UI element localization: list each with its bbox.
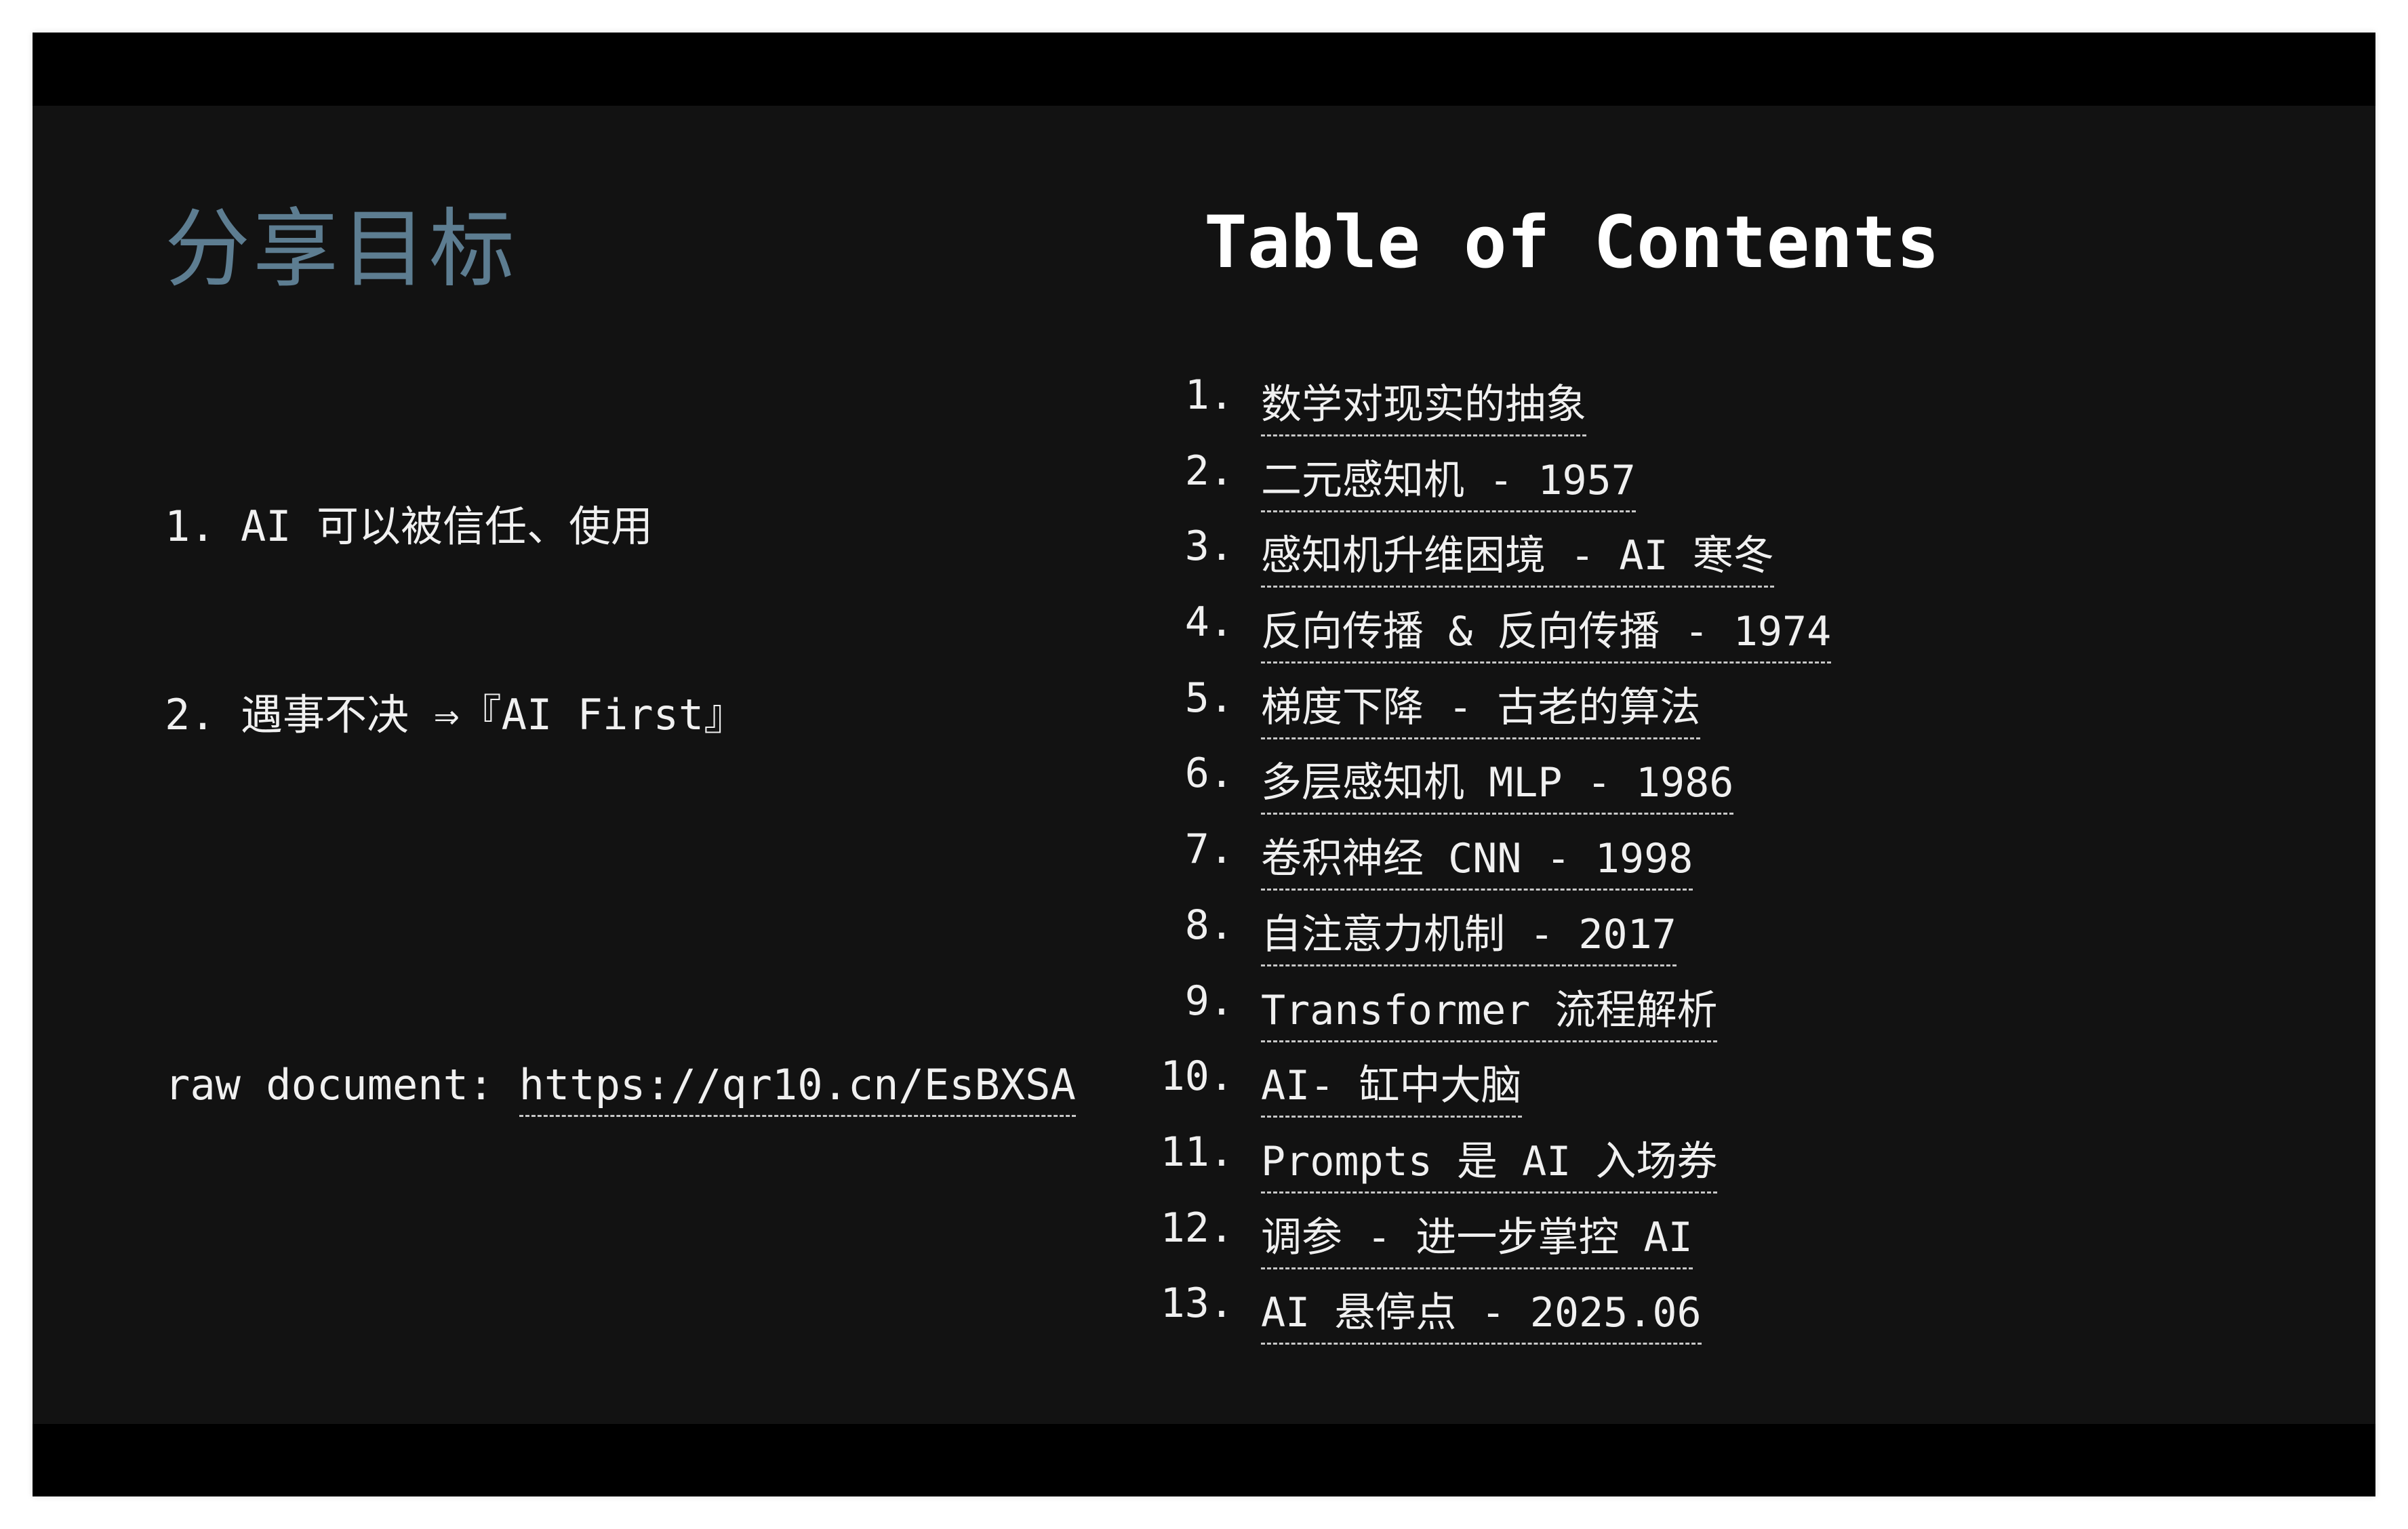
toc-item-link[interactable]: 自注意力机制 - 2017 <box>1261 901 1677 966</box>
toc-item-link[interactable]: Prompts 是 AI 入场券 <box>1261 1128 1718 1194</box>
toc-item: 13. AI 悬停点 - 2025.06 <box>1144 1280 2229 1355</box>
toc-item: 11. Prompts 是 AI 入场券 <box>1144 1128 2229 1204</box>
raw-document-link[interactable]: https://qr10.cn/EsBXSA <box>519 1060 1076 1117</box>
toc-item: 7. 卷积神经 CNN - 1998 <box>1144 825 2229 901</box>
toc-item-link[interactable]: 感知机升维困境 - AI 寒冬 <box>1261 523 1774 588</box>
toc-item-number: 1. <box>1184 371 1234 419</box>
raw-document-line: raw document: https://qr10.cn/EsBXSA <box>165 1060 1076 1117</box>
goal-item-2: 2. 遇事不决 ⇒『AI First』 <box>165 690 746 739</box>
toc-item: 1. 数学对现实的抽象 <box>1144 371 2229 447</box>
toc-item-link[interactable]: 卷积神经 CNN - 1998 <box>1261 825 1693 891</box>
toc-item: 8. 自注意力机制 - 2017 <box>1144 901 2229 977</box>
toc-item-number: 3. <box>1184 523 1234 571</box>
toc-item-number: 8. <box>1184 901 1234 949</box>
toc-title: Table of Contents <box>1204 201 1940 284</box>
toc-item-number: 2. <box>1184 447 1234 495</box>
toc-item: 5. 梯度下降 - 古老的算法 <box>1144 674 2229 750</box>
slide-heading: 分享目标 <box>165 199 517 299</box>
toc-item-link[interactable]: AI- 缸中大脑 <box>1261 1053 1522 1118</box>
toc-item-number: 6. <box>1184 750 1234 798</box>
toc-item-link[interactable]: 多层感知机 MLP - 1986 <box>1261 750 1734 815</box>
toc-item: 3. 感知机升维困境 - AI 寒冬 <box>1144 523 2229 598</box>
toc-item-number: 7. <box>1184 825 1234 874</box>
toc-item: 12. 调参 - 进一步掌控 AI <box>1144 1204 2229 1280</box>
toc-item: 4. 反向传播 & 反向传播 - 1974 <box>1144 598 2229 674</box>
toc-item-number: 13. <box>1160 1280 1234 1328</box>
slide: 分享目标 Table of Contents 1. AI 可以被信任、使用 2.… <box>33 106 2375 1424</box>
toc-item-link[interactable]: 调参 - 进一步掌控 AI <box>1261 1204 1693 1269</box>
toc-item: 10. AI- 缸中大脑 <box>1144 1053 2229 1128</box>
goal-item-1: 1. AI 可以被信任、使用 <box>165 502 653 551</box>
toc-item-link[interactable]: 数学对现实的抽象 <box>1261 371 1586 436</box>
toc-item-link[interactable]: 反向传播 & 反向传播 - 1974 <box>1261 598 1832 664</box>
toc-item-number: 4. <box>1184 598 1234 647</box>
toc-item: 9. Transformer 流程解析 <box>1144 977 2229 1053</box>
toc-item-link[interactable]: Transformer 流程解析 <box>1261 977 1718 1042</box>
toc-item: 6. 多层感知机 MLP - 1986 <box>1144 750 2229 825</box>
toc-item-link[interactable]: 二元感知机 - 1957 <box>1261 447 1636 512</box>
toc-item-number: 9. <box>1184 977 1234 1025</box>
presentation-window: 分享目标 Table of Contents 1. AI 可以被信任、使用 2.… <box>33 33 2375 1496</box>
toc-list: 1. 数学对现实的抽象 2. 二元感知机 - 1957 3. 感知机升维困境 - AI… <box>1144 371 2229 1355</box>
toc-item-number: 10. <box>1160 1053 1234 1101</box>
raw-document-label: raw document: <box>165 1060 519 1109</box>
toc-item-number: 12. <box>1160 1204 1234 1252</box>
toc-item-number: 5. <box>1184 674 1234 722</box>
toc-item-link[interactable]: 梯度下降 - 古老的算法 <box>1261 674 1701 739</box>
toc-item-number: 11. <box>1160 1128 1234 1176</box>
toc-item-link[interactable]: AI 悬停点 - 2025.06 <box>1261 1280 1702 1345</box>
toc-item: 2. 二元感知机 - 1957 <box>1144 447 2229 523</box>
